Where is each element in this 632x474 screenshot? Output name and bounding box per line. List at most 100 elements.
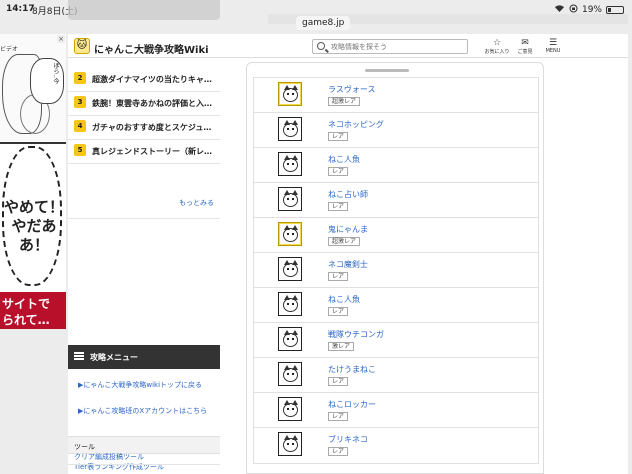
ranking-item[interactable]: 4 ガチャのおすすめ度とスケジュール… <box>74 118 218 136</box>
background-tab-ghost <box>68 0 220 20</box>
character-thumbnail[interactable] <box>278 152 302 176</box>
ranking-number: 5 <box>74 144 86 156</box>
cat-face-icon <box>283 123 298 137</box>
ranking-item[interactable]: 3 鉄腕！東雲寺あかねの評価と入手方法 <box>74 94 218 112</box>
favorites-button[interactable]: ☆ お気に入り <box>484 38 510 56</box>
character-name[interactable]: ブリキネコ <box>328 434 368 445</box>
ad-shout-panel: やめて！ やだああ！ <box>0 146 66 296</box>
tool-link-clear-post[interactable]: クリア編成投稿ツール <box>74 452 144 462</box>
site-content: 🐱 にゃんこ大戦争攻略Wiki ☆ お気に入り ✉ ご意見 ☰ MENU 2 超… <box>68 34 628 474</box>
character-thumbnail[interactable] <box>278 117 302 141</box>
character-row[interactable]: ブリキネコ レア <box>254 428 538 463</box>
feedback-label: ご意見 <box>517 49 533 55</box>
ranking-number: 4 <box>74 120 86 132</box>
mail-icon: ✉ <box>521 38 529 48</box>
character-thumbnail[interactable] <box>278 432 302 456</box>
character-thumbnail[interactable] <box>278 327 302 351</box>
cat-face-icon <box>283 158 298 172</box>
character-thumbnail[interactable] <box>278 292 302 316</box>
cat-face-icon <box>283 88 298 102</box>
character-name[interactable]: ねこ人魚 <box>328 294 360 305</box>
rarity-badge: レア <box>328 272 349 281</box>
ad-promo-banner[interactable]: サイトで られて… <box>0 292 66 329</box>
divider <box>68 91 220 92</box>
star-icon: ☆ <box>492 38 502 48</box>
character-row[interactable]: 鬼にゃんま 超激レア <box>254 218 538 253</box>
cat-face-icon <box>283 263 298 277</box>
menu-button[interactable]: ☰ MENU <box>540 38 566 56</box>
ranking-text: ガチャのおすすめ度とスケジュール… <box>92 123 218 132</box>
character-thumbnail[interactable] <box>278 222 302 246</box>
character-thumbnail[interactable] <box>278 82 302 106</box>
rarity-badge: レア <box>328 167 349 176</box>
ranking-number: 2 <box>74 72 86 84</box>
ranking-item[interactable]: 2 超激ダイナマイツの当たりキャラと… <box>74 70 218 88</box>
character-row[interactable]: ねこ人魚 レア <box>254 288 538 323</box>
site-header: 🐱 にゃんこ大戦争攻略Wiki ☆ お気に入り ✉ ご意見 ☰ MENU <box>68 34 628 58</box>
rarity-badge: レア <box>328 447 349 456</box>
menu-label: MENU <box>545 48 561 54</box>
menu-link-x-account[interactable]: ▶にゃんこ攻略班のXアカウントはこちら <box>78 406 214 417</box>
more-link[interactable]: もっとみる <box>179 198 214 208</box>
rarity-badge: 激レア <box>328 342 355 351</box>
character-row[interactable]: 戦隊ウチコンガ 激レア <box>254 323 538 358</box>
character-row[interactable]: ねこ人魚 レア <box>254 148 538 183</box>
character-row[interactable]: ラスヴォース 超激レア <box>254 78 538 113</box>
character-name[interactable]: 鬼にゃんま <box>328 224 368 235</box>
search-box[interactable] <box>312 39 468 54</box>
menu-link-top[interactable]: ▶にゃんこ大戦争攻略wikiトップに戻る <box>78 380 214 391</box>
ad-close-icon[interactable]: × <box>57 35 65 43</box>
ranking-text: 超激ダイナマイツの当たりキャラと… <box>92 75 218 84</box>
ad-placeholder <box>68 218 220 342</box>
character-row[interactable]: ネコ魔剣士 レア <box>254 253 538 288</box>
cat-face-icon <box>283 298 298 312</box>
character-thumbnail[interactable] <box>278 397 302 421</box>
character-name[interactable]: ネコホッピング <box>328 119 384 130</box>
cat-face-icon <box>283 368 298 382</box>
character-name[interactable]: 戦隊ウチコンガ <box>328 329 384 340</box>
character-name[interactable]: たけうまねこ <box>328 364 376 375</box>
address-bar[interactable]: game8.jp <box>296 16 351 30</box>
character-thumbnail[interactable] <box>278 362 302 386</box>
character-thumbnail[interactable] <box>278 187 302 211</box>
ranking-text: 真レジェンドストーリー（新レジェ… <box>92 147 218 156</box>
site-logo[interactable]: 🐱 <box>74 38 90 54</box>
search-input[interactable] <box>331 41 461 53</box>
character-row[interactable]: ねこロッカー レア <box>254 393 538 428</box>
hamburger-icon: ☰ <box>548 38 558 48</box>
ranking-item[interactable]: 5 真レジェンドストーリー（新レジェ… <box>74 142 218 160</box>
cat-face-icon <box>283 193 298 207</box>
manga-ad[interactable]: ビデオ ほら‥今 × やめて！ やだああ！ サイトで られて… <box>0 34 66 329</box>
character-name[interactable]: ネコ魔剣士 <box>328 259 368 270</box>
ad-shout-line1: やめて！ <box>4 198 65 216</box>
character-row[interactable]: ネコホッピング レア <box>254 113 538 148</box>
ranking-text: 鉄腕！東雲寺あかねの評価と入手方法 <box>92 99 218 108</box>
strategy-menu-header: 攻略メニュー <box>68 345 220 369</box>
cat-face-icon <box>283 438 298 452</box>
search-icon <box>317 42 325 50</box>
character-row[interactable]: ねこ占い師 レア <box>254 183 538 218</box>
divider <box>68 115 220 116</box>
rarity-badge: レア <box>328 132 349 141</box>
battery-icon <box>606 6 624 14</box>
character-name[interactable]: ねこロッカー <box>328 399 376 410</box>
rarity-badge: 超激レア <box>328 237 361 246</box>
ad-promo-line1: サイトで <box>2 297 51 311</box>
site-title[interactable]: にゃんこ大戦争攻略Wiki <box>94 41 209 56</box>
character-name[interactable]: ラスヴォース <box>328 84 375 95</box>
cat-face-icon <box>283 403 298 417</box>
feedback-button[interactable]: ✉ ご意見 <box>512 38 538 56</box>
ad-panel-top: ビデオ ほら‥今 <box>0 34 66 144</box>
divider <box>68 464 220 465</box>
ad-promo-line2: られて… <box>2 313 50 327</box>
left-column: 2 超激ダイナマイツの当たりキャラと… 3 鉄腕！東雲寺あかねの評価と入手方法 … <box>68 64 220 474</box>
menu-list-icon <box>74 352 84 360</box>
character-name[interactable]: ねこ占い師 <box>328 189 368 200</box>
character-thumbnail[interactable] <box>278 257 302 281</box>
character-name[interactable]: ねこ人魚 <box>328 154 360 165</box>
character-row[interactable]: たけうまねこ レア <box>254 358 538 393</box>
drag-handle[interactable] <box>365 69 409 72</box>
divider <box>68 163 220 164</box>
ad-shout-line2: やだああ！ <box>11 217 57 254</box>
ad-speech-bubble: ほら‥今 <box>30 58 64 104</box>
